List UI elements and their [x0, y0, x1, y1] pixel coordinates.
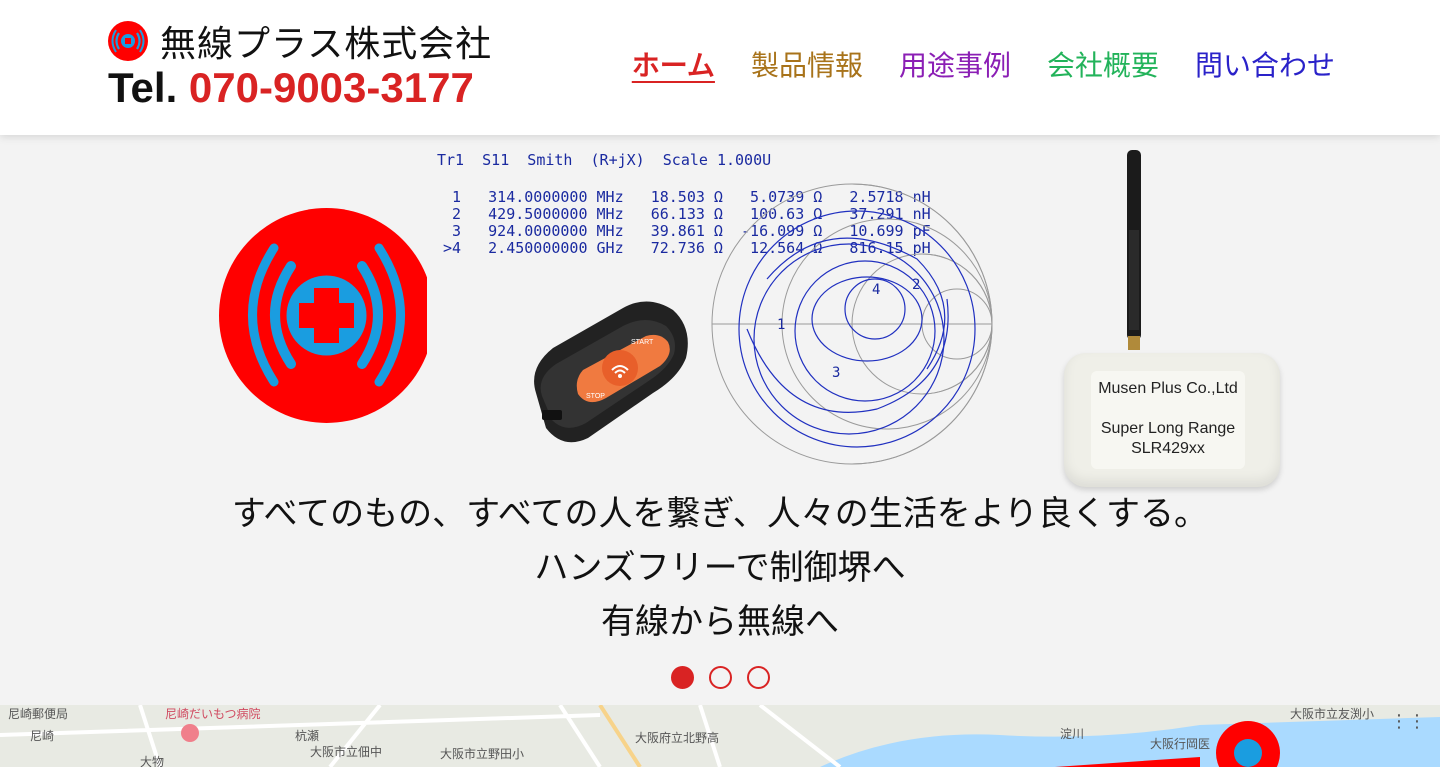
smith-marker: 3 — [832, 365, 840, 381]
tel-label: Tel. — [108, 64, 178, 111]
map-label: 大物 — [140, 755, 165, 767]
tel-number[interactable]: 070-9003-3177 — [189, 64, 474, 111]
map-label: 淀川 — [1060, 727, 1085, 741]
slr-device-image: Musen Plus Co.,Ltd Super Long Range SLR4… — [1064, 353, 1280, 487]
tagline-line: 有線から無線へ — [601, 602, 839, 642]
map-label: 尼崎郵便局 — [8, 707, 69, 721]
smith-marker: 2 — [912, 277, 920, 293]
device-label: Musen Plus Co.,Ltd Super Long Range SLR4… — [1064, 379, 1272, 459]
nav-company[interactable]: 会社概要 — [1047, 46, 1159, 86]
tagline-line: すべてのもの、すべての人を繋ぎ、人々の生活をより良くする。 — [231, 494, 1209, 534]
tagline-line: ハンズフリーで制御堺へ — [534, 548, 906, 588]
nav-contact[interactable]: 問い合わせ — [1195, 46, 1335, 86]
map-embed[interactable]: 尼崎郵便局 尼崎だいもつ病院 杭瀬 大阪市立佃中 尼崎 大阪市立野田小 淀川 大… — [0, 705, 1440, 767]
slide-dot-3[interactable] — [747, 666, 770, 689]
map-label: 大阪行岡医 — [1150, 737, 1211, 751]
slider-dots — [671, 666, 770, 689]
hero-slider: Tr1 S11 Smith (R+jX) Scale 1.000U 1 314.… — [0, 135, 1440, 705]
hero-tagline: すべてのもの、すべての人を繋ぎ、人々の生活をより良くする。 ハンズフリーで制御堺… — [0, 487, 1440, 649]
map-label: 大阪市立佃中 — [310, 745, 383, 759]
map-label: 尼崎だいもつ病院 — [165, 707, 261, 721]
slide-dot-2[interactable] — [709, 666, 732, 689]
map-label: 大阪府立北野高 — [635, 731, 720, 745]
smith-marker: 1 — [777, 317, 785, 333]
smith-marker: 4 — [872, 282, 880, 298]
nav-home[interactable]: ホーム — [632, 46, 715, 86]
fullscreen-grid-icon[interactable]: ⋮⋮ — [1390, 711, 1426, 732]
remote-start-label: START — [631, 339, 654, 346]
device-company: Musen Plus Co.,Ltd — [1098, 380, 1238, 397]
site-header: 無線プラス株式会社 Tel. 070-9003-3177 ホーム 製品情報 用途… — [0, 0, 1440, 135]
radio-signal-icon — [219, 208, 434, 423]
remote-control-image: START STOP — [534, 301, 688, 443]
map-label: 尼崎 — [30, 729, 55, 743]
device-product: Super Long Range — [1100, 420, 1236, 437]
nav-use-cases[interactable]: 用途事例 — [899, 46, 1011, 86]
radio-signal-icon — [108, 21, 148, 61]
device-model: SLR429xx — [1131, 440, 1205, 457]
map-label: 大阪市立友渕小 — [1290, 707, 1375, 721]
brand[interactable]: 無線プラス株式会社 Tel. 070-9003-3177 — [108, 20, 492, 112]
smith-chart: 1 2 3 4 — [711, 183, 993, 465]
remote-stop-label: STOP — [586, 393, 605, 400]
map-label: 杭瀬 — [295, 729, 320, 743]
antenna-image — [1127, 150, 1141, 350]
slide-dot-1[interactable] — [671, 666, 694, 689]
main-nav: ホーム 製品情報 用途事例 会社概要 問い合わせ — [596, 46, 1335, 86]
smith-header: Tr1 S11 Smith (R+jX) Scale 1.000U — [437, 151, 772, 169]
company-name: 無線プラス株式会社 — [160, 24, 493, 65]
phone-line: Tel. 070-9003-3177 — [108, 64, 492, 112]
nav-products[interactable]: 製品情報 — [751, 46, 863, 86]
map-label: 大阪市立野田小 — [440, 747, 525, 761]
smith-chart-panel: Tr1 S11 Smith (R+jX) Scale 1.000U 1 314.… — [427, 145, 1007, 480]
